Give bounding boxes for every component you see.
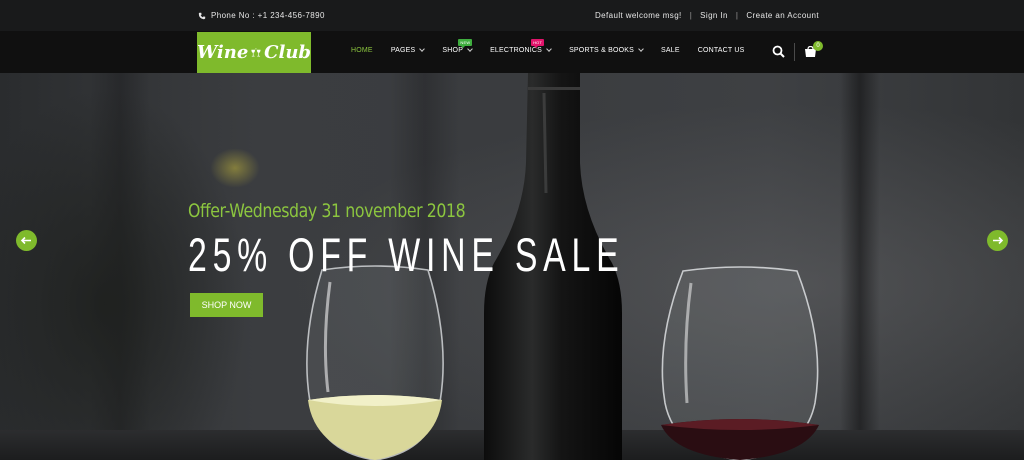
nav-item-label: SALE — [660, 47, 680, 54]
phone-info: Phone No : +1 234-456-7890 — [198, 11, 325, 20]
search-icon[interactable] — [772, 45, 785, 58]
phone-label: Phone No : +1 234-456-7890 — [211, 11, 325, 20]
nav-item-shop[interactable]: SHOP NEW — [442, 39, 473, 54]
chevron-down-icon — [467, 46, 473, 52]
background-flower — [210, 148, 260, 188]
white-wine-glass-image — [306, 265, 444, 460]
slider-next-button[interactable] — [987, 230, 1008, 251]
red-wine-glass-image — [661, 266, 819, 460]
nav-item-contact-us[interactable]: CONTACT US — [698, 47, 745, 54]
nav-item-pages[interactable]: PAGES — [390, 46, 426, 54]
slide-headline: 25% OFF WINE SALE — [188, 228, 625, 281]
welcome-message: Default welcome msg! — [594, 11, 682, 20]
shop-now-button[interactable]: SHOP NOW — [190, 293, 263, 317]
arrow-left-icon — [20, 236, 31, 245]
logo-word-wine: Wine — [197, 42, 249, 63]
cart-count-badge: 0 — [813, 41, 823, 51]
site-logo[interactable]: Wine Club — [197, 32, 311, 73]
hot-badge: HOT — [531, 39, 545, 48]
slide-offer-text: Offer-Wednesday 31 november 2018 — [188, 200, 466, 222]
top-bar: Phone No : +1 234-456-7890 Default welco… — [0, 0, 1024, 31]
primary-nav: HOME PAGES SHOP NEW ELECTRONICS HOT SPOR… — [351, 39, 763, 54]
logo-word-club: Club — [264, 42, 311, 63]
nav-item-label: CONTACT US — [697, 47, 745, 54]
nav-item-electronics[interactable]: ELECTRONICS HOT — [490, 39, 552, 54]
nav-divider — [794, 43, 795, 61]
topbar-separator: | — [735, 11, 739, 20]
new-badge: NEW — [458, 39, 473, 48]
nav-item-home[interactable]: HOME — [351, 47, 373, 54]
nav-item-label: HOME — [351, 47, 373, 54]
slider-prev-button[interactable] — [16, 230, 37, 251]
wine-glasses-logo-icon — [251, 47, 261, 57]
nav-item-sale[interactable]: SALE — [661, 47, 680, 54]
topbar-separator: | — [689, 11, 693, 20]
nav-item-sports-books[interactable]: SPORTS & BOOKS — [569, 46, 644, 54]
sign-in-link[interactable]: Sign In — [700, 11, 728, 20]
phone-icon — [198, 12, 206, 19]
chevron-down-icon — [419, 46, 426, 52]
create-account-link[interactable]: Create an Account — [746, 11, 819, 20]
arrow-right-icon — [993, 236, 1004, 245]
nav-item-label: SHOP — [442, 47, 464, 54]
chevron-down-icon — [546, 46, 552, 52]
page: Phone No : +1 234-456-7890 Default welco… — [0, 0, 1024, 460]
nav-item-label: PAGES — [390, 47, 416, 54]
chevron-down-icon — [638, 46, 644, 52]
nav-item-label: SPORTS & BOOKS — [569, 47, 634, 54]
nav-item-label: ELECTRONICS — [490, 47, 543, 54]
